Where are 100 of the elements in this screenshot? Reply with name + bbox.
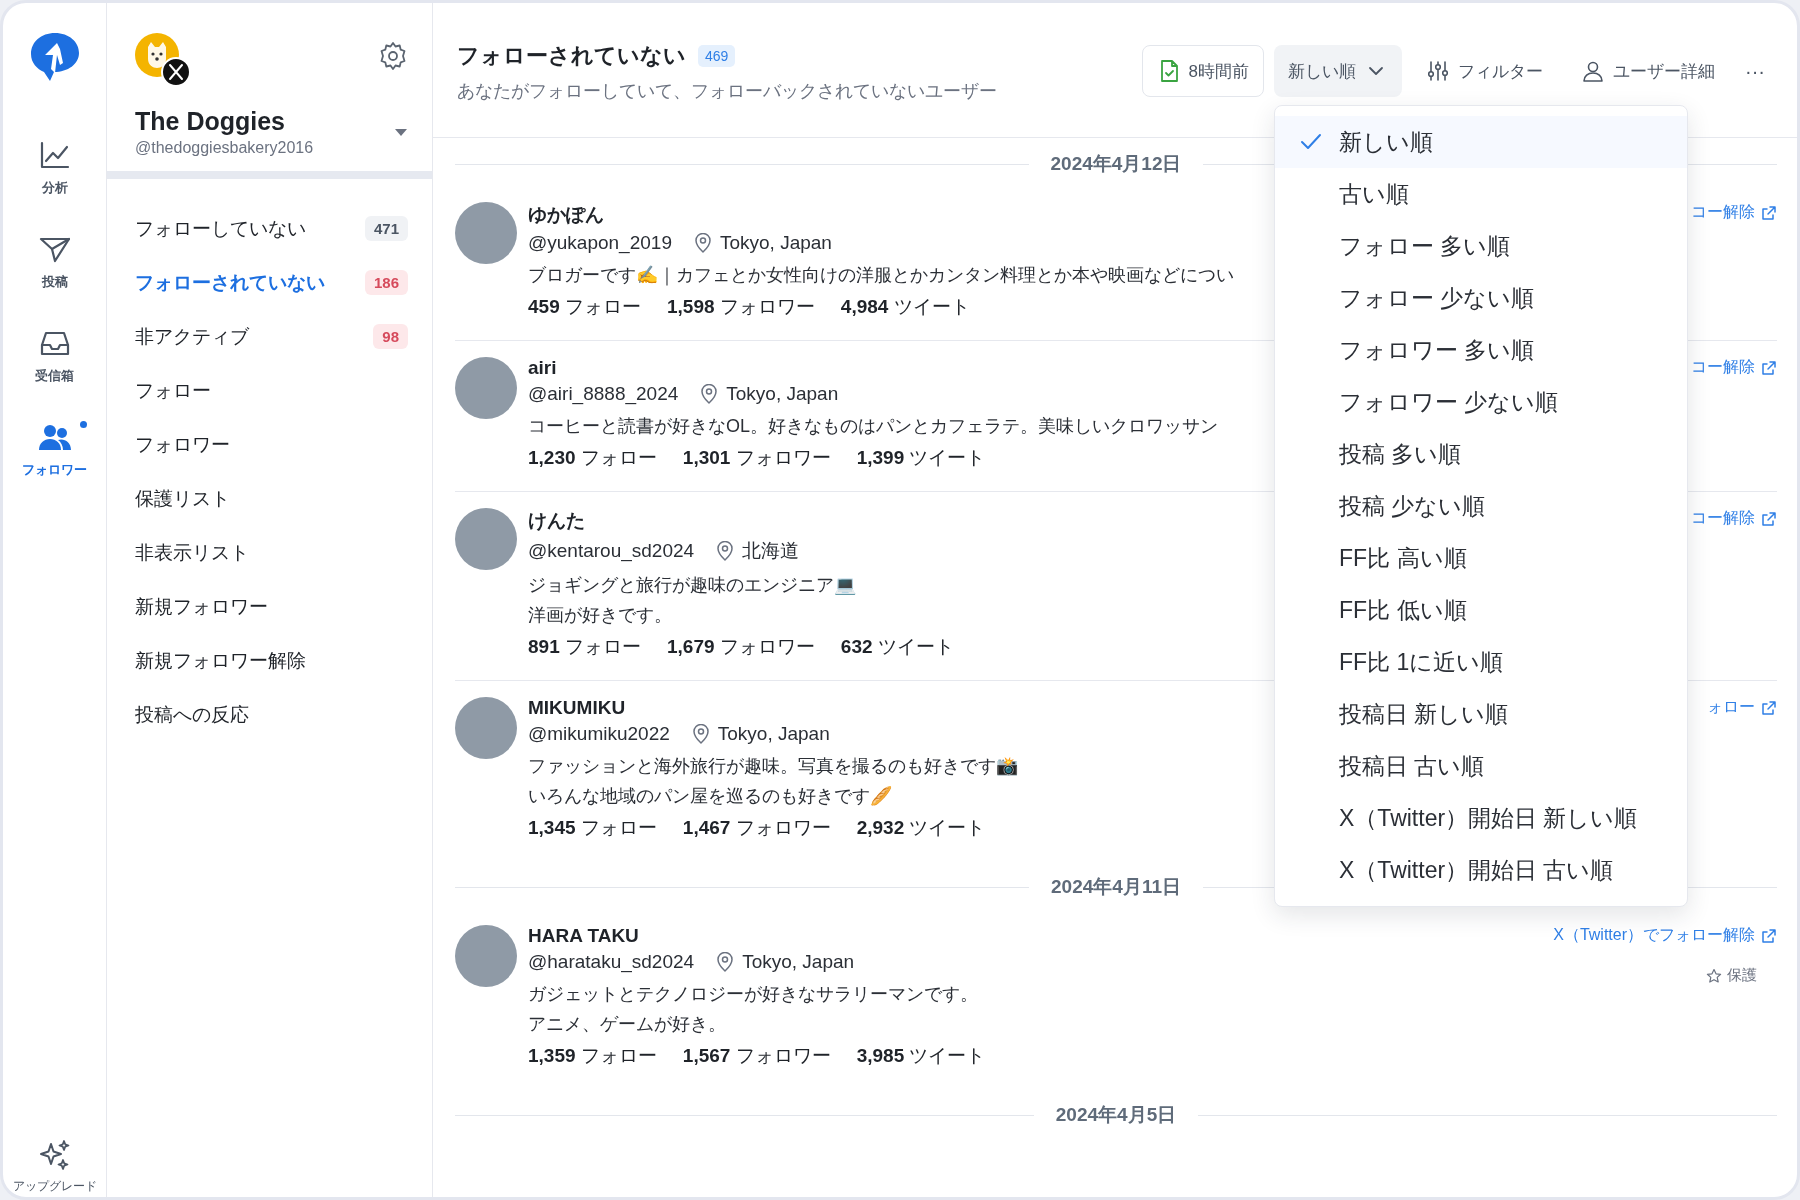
user-bio: いろんな地域のパン屋を巡るのも好きです🥖 bbox=[528, 785, 892, 808]
count-badge: 471 bbox=[364, 215, 408, 241]
sliders-icon bbox=[1426, 59, 1450, 83]
date-heading: 2024年4月12日 bbox=[1050, 152, 1182, 176]
user-stat: 1,679 フォロワー bbox=[667, 635, 815, 659]
account-handle: @thedoggiesbakery2016 bbox=[135, 139, 314, 157]
user-name: MIKUMIKU bbox=[528, 697, 626, 719]
unfollow-link[interactable]: ォロー bbox=[1707, 697, 1777, 718]
user-stat: 1,567 フォロワー bbox=[682, 1044, 831, 1068]
user-stat: 1,467 フォロワー bbox=[682, 816, 831, 840]
user-stat: 459 フォロー bbox=[528, 295, 641, 319]
settings-icon[interactable] bbox=[378, 41, 408, 71]
sidebar-item[interactable]: 新規フォロワー解除 bbox=[135, 647, 306, 673]
user-handle: @yukapon_2019 bbox=[528, 232, 672, 254]
user-details-button[interactable]: ユーザー詳細 bbox=[1567, 45, 1729, 97]
user-location: Tokyo, Japan bbox=[742, 951, 855, 973]
user-stat: 1,345 フォロー bbox=[528, 816, 657, 840]
user-stat: 632 ツイート bbox=[840, 635, 954, 659]
x-logo-icon bbox=[161, 57, 191, 87]
user-stat: 1,301 フォロワー bbox=[682, 446, 831, 470]
user-handle: @kentarou_sd2024 bbox=[528, 540, 695, 562]
sort-option[interactable]: フォロワー 少ない順 bbox=[1275, 376, 1687, 428]
sort-option[interactable]: 投稿 多い順 bbox=[1275, 428, 1687, 480]
user-icon bbox=[1581, 59, 1605, 83]
user-location: Tokyo, Japan bbox=[726, 383, 839, 405]
sidebar-item[interactable]: フォロー bbox=[135, 377, 211, 403]
user-name: ゆかぽん bbox=[528, 203, 604, 227]
user-bio: アニメ、ゲームが好き。 bbox=[528, 1013, 726, 1036]
user-stat: 1,399 ツイート bbox=[856, 446, 986, 470]
user-location: Tokyo, Japan bbox=[719, 232, 832, 254]
user-bio: ファッションと海外旅行が趣味。写真を撮るのも好きです📸 bbox=[528, 755, 1018, 778]
caret-icon[interactable] bbox=[394, 127, 408, 137]
location-pin-icon bbox=[716, 541, 735, 561]
external-link-icon bbox=[1761, 359, 1777, 376]
user-stat: 891 フォロー bbox=[528, 635, 641, 659]
sidebar-item[interactable]: フォロワー bbox=[135, 431, 230, 457]
rail-nav-item[interactable]: フォロワー bbox=[22, 421, 87, 479]
user-handle: @harataku_sd2024 bbox=[528, 951, 695, 973]
unfollow-link[interactable]: X（Twitter）でフォロー解除 bbox=[1553, 925, 1777, 946]
user-bio: ブロガーです✍｜カフェとか女性向けの洋服とかカンタン料理とか本や映画などについ bbox=[528, 264, 1234, 288]
sidebar-item[interactable]: フォローされていない bbox=[135, 269, 325, 295]
sort-option[interactable]: フォロワー 多い順 bbox=[1275, 324, 1687, 376]
user-name: けんた bbox=[528, 509, 585, 533]
user-name: airi bbox=[528, 357, 557, 379]
count-badge: 98 bbox=[373, 323, 408, 349]
user-name: HARA TAKU bbox=[528, 925, 639, 947]
sort-option[interactable]: X（Twitter）開始日 新しい順 bbox=[1275, 792, 1687, 844]
sort-option[interactable]: 投稿日 古い順 bbox=[1275, 740, 1687, 792]
page-subtitle: あなたがフォローしていて、フォローバックされていないユーザー bbox=[457, 80, 997, 103]
user-location: Tokyo, Japan bbox=[717, 723, 830, 745]
sort-dropdown[interactable]: 新しい順 bbox=[1274, 45, 1402, 97]
user-handle: @mikumiku2022 bbox=[528, 723, 670, 745]
sort-option[interactable]: FF比 1に近い順 bbox=[1275, 636, 1687, 688]
more-button[interactable]: ··· bbox=[1739, 45, 1771, 97]
external-link-icon bbox=[1761, 204, 1777, 221]
star-icon bbox=[1706, 967, 1722, 984]
location-pin-icon bbox=[693, 233, 712, 253]
sidebar-item[interactable]: 非表示リスト bbox=[135, 539, 249, 565]
user-bio: 洋画が好きです。 bbox=[528, 604, 672, 627]
sidebar-item[interactable]: 保護リスト bbox=[135, 485, 230, 511]
count-badge: 186 bbox=[364, 269, 408, 295]
sort-option[interactable]: FF比 高い順 bbox=[1275, 532, 1687, 584]
account-name: The Doggies bbox=[135, 107, 286, 136]
sidebar-item[interactable]: フォローしていない bbox=[135, 215, 306, 241]
notification-dot bbox=[80, 421, 87, 428]
sort-option[interactable]: 古い順 bbox=[1275, 168, 1687, 220]
unfollow-link[interactable]: コー解除 bbox=[1691, 202, 1777, 223]
location-pin-icon bbox=[700, 384, 719, 404]
sync-time-button[interactable]: 8時間前 bbox=[1141, 45, 1264, 97]
external-link-icon bbox=[1761, 699, 1777, 716]
user-location: 北海道 bbox=[742, 539, 800, 563]
rail-nav-item[interactable]: 投稿 bbox=[37, 233, 72, 291]
sort-option[interactable]: 新しい順 bbox=[1275, 116, 1687, 168]
user-stat: 4,984 ツイート bbox=[840, 295, 970, 319]
protect-button[interactable]: 保護 bbox=[1706, 966, 1757, 985]
user-stat: 2,932 ツイート bbox=[856, 816, 986, 840]
page-title: フォローされていない bbox=[457, 42, 686, 70]
location-pin-icon bbox=[691, 724, 710, 744]
sidebar-item[interactable]: 非アクティブ bbox=[135, 323, 249, 349]
upgrade-button[interactable]: アップグレード bbox=[12, 1138, 97, 1195]
unfollow-link[interactable]: コー解除 bbox=[1691, 508, 1777, 529]
sort-option[interactable]: 投稿 少ない順 bbox=[1275, 480, 1687, 532]
sort-option[interactable]: X（Twitter）開始日 古い順 bbox=[1275, 844, 1687, 896]
user-stat: 3,985 ツイート bbox=[856, 1044, 986, 1068]
user-stat: 1,230 フォロー bbox=[528, 446, 657, 470]
unfollow-link[interactable]: コー解除 bbox=[1691, 357, 1777, 378]
sort-option[interactable]: フォロー 多い順 bbox=[1275, 220, 1687, 272]
sort-option[interactable]: フォロー 少ない順 bbox=[1275, 272, 1687, 324]
count-badge: 469 bbox=[698, 45, 736, 67]
user-stat: 1,598 フォロワー bbox=[667, 295, 815, 319]
location-pin-icon bbox=[716, 952, 735, 972]
rail-nav-item[interactable]: 分析 bbox=[37, 139, 72, 197]
sort-option[interactable]: FF比 低い順 bbox=[1275, 584, 1687, 636]
sort-option[interactable]: 投稿日 新しい順 bbox=[1275, 688, 1687, 740]
sidebar-item[interactable]: 新規フォロワー bbox=[135, 593, 268, 619]
external-link-icon bbox=[1761, 927, 1777, 944]
date-heading: 2024年4月5日 bbox=[1055, 1103, 1177, 1127]
filter-button[interactable]: フィルター bbox=[1412, 45, 1557, 97]
rail-nav-item[interactable]: 受信箱 bbox=[35, 327, 74, 385]
sidebar-item[interactable]: 投稿への反応 bbox=[135, 701, 249, 727]
